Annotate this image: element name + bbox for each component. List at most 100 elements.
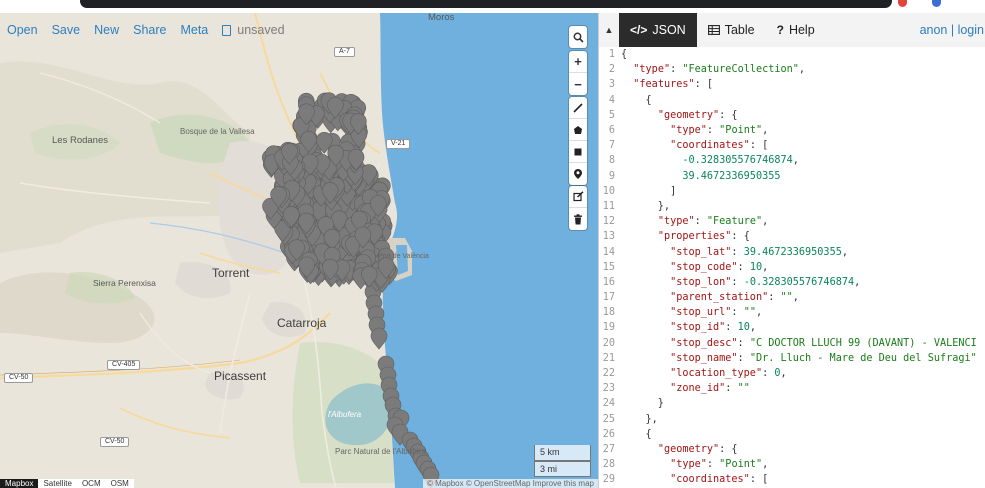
code-line[interactable]: 29 "coordinates": [: [599, 472, 985, 487]
code-text: "type": "Point",: [670, 125, 769, 137]
edit-layers-button[interactable]: [569, 186, 587, 208]
code-text: {: [621, 49, 628, 61]
code-text: "stop_desc": "C DOCTOR LLUCH 99 (DAVANT)…: [670, 337, 977, 349]
file-toolbar: Open Save New Share Meta unsaved: [0, 13, 598, 47]
code-text: },: [621, 200, 671, 212]
code-line[interactable]: 22 "location_type": 0,: [599, 366, 985, 381]
zoom-in-button[interactable]: +: [569, 51, 587, 73]
tab-json[interactable]: </> JSON: [619, 13, 697, 47]
code-line[interactable]: 25 },: [599, 412, 985, 427]
code-text: "zone_id": "": [670, 383, 750, 395]
code-line[interactable]: 13 "properties": {: [599, 229, 985, 244]
draw-marker-button[interactable]: [569, 163, 587, 185]
layer-satellite[interactable]: Satellite: [38, 479, 77, 488]
code-line[interactable]: 26 {: [599, 427, 985, 442]
extension-icon[interactable]: [898, 0, 907, 7]
road-shield-a7: A-7: [334, 47, 355, 57]
app-root: Moros Les Rodanes Bosque de la Vallesa T…: [0, 0, 985, 488]
document-icon: [222, 24, 232, 36]
meta-button[interactable]: Meta: [180, 23, 208, 37]
collapse-pane-button[interactable]: ▲: [599, 13, 619, 47]
code-line[interactable]: 28 "type": "Point",: [599, 457, 985, 472]
line-number: 10: [602, 185, 615, 197]
code-text: "coordinates": [: [670, 140, 769, 152]
code-line[interactable]: 12 "type": "Feature",: [599, 214, 985, 229]
code-text: "location_type": 0,: [670, 368, 787, 380]
road-shield-v21: V-21: [386, 139, 411, 149]
profile-icon[interactable]: [932, 0, 941, 7]
layer-osm[interactable]: OSM: [105, 479, 134, 488]
draw-polygon-button[interactable]: [569, 119, 587, 141]
share-button[interactable]: Share: [133, 23, 166, 37]
zoom-out-button[interactable]: −: [569, 73, 587, 95]
code-line[interactable]: 14 "stop_lat": 39.4672336950355,: [599, 244, 985, 259]
code-line[interactable]: 4 {: [599, 93, 985, 108]
question-icon: ?: [776, 23, 784, 37]
map-canvas[interactable]: Moros Les Rodanes Bosque de la Vallesa T…: [0, 13, 598, 488]
code-text: "parent_station": "",: [670, 292, 799, 304]
delete-layers-button[interactable]: [569, 208, 587, 230]
code-line[interactable]: 18 "stop_url": "",: [599, 305, 985, 320]
map-label-torrent: Torrent: [212, 266, 250, 280]
draw-rectangle-button[interactable]: [569, 141, 587, 163]
code-text: "stop_url": "",: [670, 307, 763, 319]
layer-ocm[interactable]: OCM: [76, 479, 106, 488]
code-line[interactable]: 2 "type": "FeatureCollection",: [599, 62, 985, 77]
line-number: 2: [608, 64, 615, 76]
table-icon: [707, 25, 720, 35]
new-button[interactable]: New: [94, 23, 119, 37]
code-line[interactable]: 19 "stop_id": 10,: [599, 320, 985, 335]
code-line[interactable]: 16 "stop_lon": -0.328305576746874,: [599, 275, 985, 290]
user-login-link[interactable]: anon | login: [920, 13, 985, 47]
tab-json-label: JSON: [652, 23, 686, 37]
draw-line-button[interactable]: [569, 97, 587, 119]
line-number: 1: [608, 49, 615, 61]
line-number: 11: [602, 200, 615, 212]
code-text: },: [621, 413, 658, 425]
line-number: 24: [602, 398, 615, 410]
map-attribution[interactable]: © Mapbox © OpenStreetMap Improve this ma…: [423, 479, 598, 488]
code-line[interactable]: 8 -0.328305576746874,: [599, 153, 985, 168]
line-number: 27: [602, 443, 615, 455]
line-number: 26: [602, 428, 615, 440]
edit-icon: [572, 191, 584, 202]
code-line[interactable]: 9 39.4672336950355: [599, 169, 985, 184]
code-line[interactable]: 11 },: [599, 199, 985, 214]
code-line[interactable]: 21 "stop_name": "Dr. Lluch - Mare de Deu…: [599, 351, 985, 366]
save-button[interactable]: Save: [52, 23, 81, 37]
code-line[interactable]: 3 "features": [: [599, 77, 985, 92]
code-line[interactable]: 7 "coordinates": [: [599, 138, 985, 153]
address-bar[interactable]: [80, 0, 892, 8]
line-number: 6: [608, 125, 615, 137]
line-number: 17: [602, 292, 615, 304]
code-line[interactable]: 24 }: [599, 396, 985, 411]
line-number: 16: [602, 276, 615, 288]
trash-icon: [574, 213, 582, 224]
map-label-port: Port de València: [378, 253, 429, 260]
open-button[interactable]: Open: [7, 23, 38, 37]
tab-table-label: Table: [724, 23, 755, 37]
code-icon: </>: [630, 23, 648, 37]
code-text: "geometry": {: [657, 109, 738, 121]
code-line[interactable]: 20 "stop_desc": "C DOCTOR LLUCH 99 (DAVA…: [599, 336, 985, 351]
line-number: 3: [608, 79, 615, 91]
map-label-albufera: l'Albufera: [328, 410, 362, 419]
line-number: 12: [602, 216, 615, 228]
code-line[interactable]: 27 "geometry": {: [599, 442, 985, 457]
code-line[interactable]: 15 "stop_code": 10,: [599, 260, 985, 275]
code-line[interactable]: 17 "parent_station": "",: [599, 290, 985, 305]
code-line[interactable]: 5 "geometry": {: [599, 108, 985, 123]
tab-table[interactable]: Table: [697, 13, 766, 47]
line-number: 9: [608, 170, 615, 182]
code-line[interactable]: 10 ]: [599, 184, 985, 199]
search-button[interactable]: [569, 26, 587, 48]
line-number: 21: [602, 352, 615, 364]
line-number: 22: [602, 368, 615, 380]
code-line[interactable]: 1{: [599, 47, 985, 62]
code-line[interactable]: 23 "zone_id": "": [599, 381, 985, 396]
layer-mapbox[interactable]: Mapbox: [0, 479, 39, 488]
save-status: unsaved: [222, 23, 285, 37]
code-line[interactable]: 6 "type": "Point",: [599, 123, 985, 138]
tab-help[interactable]: ? Help: [766, 13, 826, 47]
json-editor[interactable]: 1{2 "type": "FeatureCollection", 3 "featu…: [599, 47, 985, 488]
